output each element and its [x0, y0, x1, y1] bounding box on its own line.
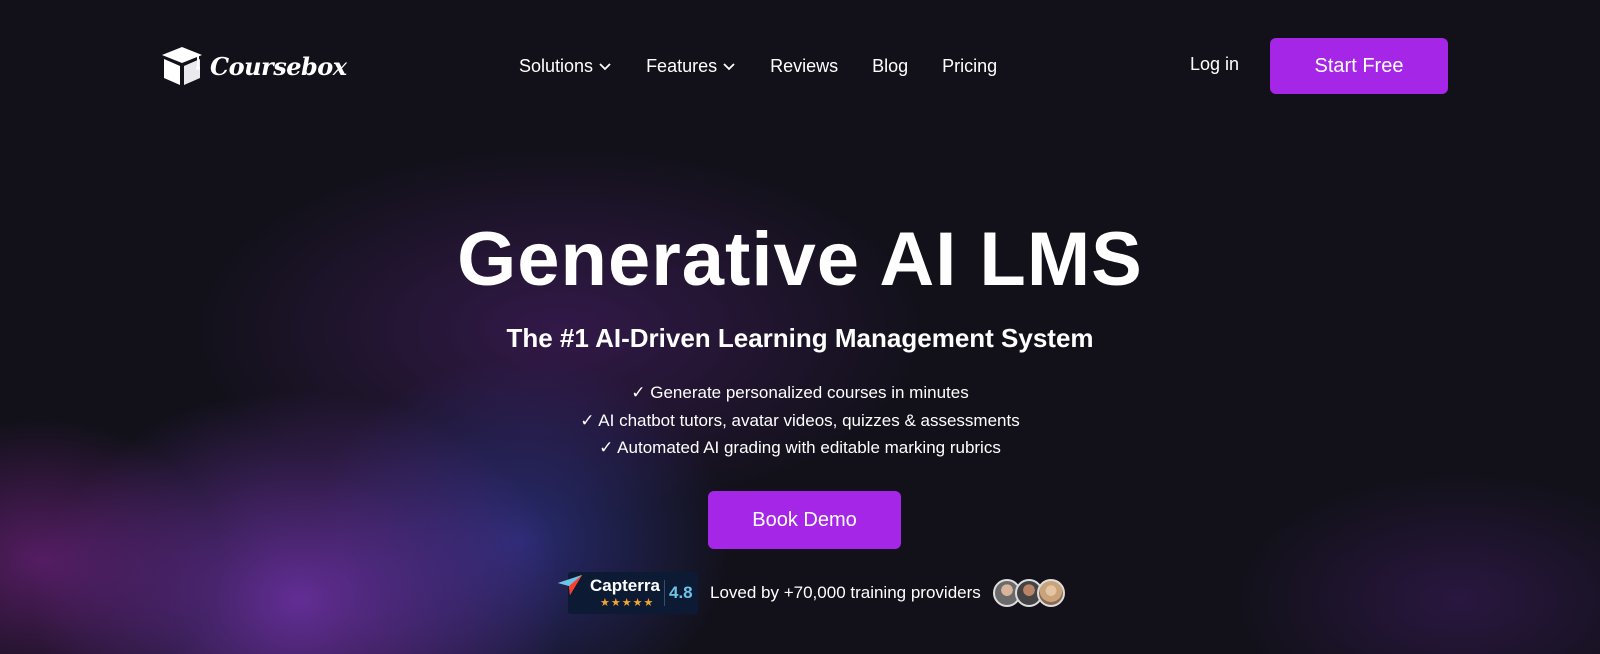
main-nav: Solutions Features Reviews Blog Pricing	[519, 54, 997, 78]
nav-item-reviews[interactable]: Reviews	[770, 56, 838, 77]
login-link[interactable]: Log in	[1190, 54, 1239, 75]
star-rating: ★★★★★	[600, 597, 655, 609]
capterra-name: Capterra	[590, 576, 660, 595]
logo-text: Coursebox	[210, 51, 347, 81]
capterra-badge[interactable]: Capterra ★★★★★ 4.8	[558, 572, 698, 614]
nav-item-label: Blog	[872, 55, 909, 76]
nav-item-solutions[interactable]: Solutions	[519, 56, 612, 77]
hero-subtitle: The #1 AI-Driven Learning Management Sys…	[506, 323, 1094, 353]
nav-item-label: Reviews	[770, 55, 839, 76]
start-free-button[interactable]: Start Free	[1270, 38, 1448, 94]
book-demo-button[interactable]: Book Demo	[708, 491, 901, 549]
avatar-group	[992, 579, 1065, 607]
chevron-down-icon	[723, 63, 735, 71]
graduation-box-icon	[162, 47, 202, 85]
coursebox-logo[interactable]: Coursebox	[160, 44, 347, 88]
capterra-score: 4.8	[669, 583, 693, 602]
feature-item: ✓ AI chatbot tutors, avatar videos, quiz…	[580, 410, 1020, 430]
loved-by-text: Loved by +70,000 training providers	[710, 583, 981, 602]
hero-title: Generative AI LMS	[457, 217, 1143, 302]
top-navbar: Coursebox Solutions Features Reviews Blo…	[0, 0, 1600, 130]
avatar	[1036, 579, 1065, 607]
feature-item: ✓ Automated AI grading with editable mar…	[599, 438, 1001, 457]
chevron-down-icon	[599, 63, 611, 71]
nav-item-blog[interactable]: Blog	[872, 56, 908, 77]
feature-item: ✓ Generate personalized courses in minut…	[631, 383, 969, 402]
nav-item-label: Pricing	[942, 55, 998, 76]
nav-item-label: Features	[646, 55, 718, 76]
capterra-arrow-icon	[558, 575, 582, 595]
social-proof: Capterra ★★★★★ 4.8 Loved by +70,000 trai…	[558, 571, 1065, 615]
feature-list: ✓ Generate personalized courses in minut…	[0, 379, 1600, 462]
nav-item-features[interactable]: Features	[646, 56, 736, 77]
badge-divider	[664, 580, 665, 606]
nav-item-label: Solutions	[519, 55, 594, 76]
nav-item-pricing[interactable]: Pricing	[942, 56, 997, 77]
